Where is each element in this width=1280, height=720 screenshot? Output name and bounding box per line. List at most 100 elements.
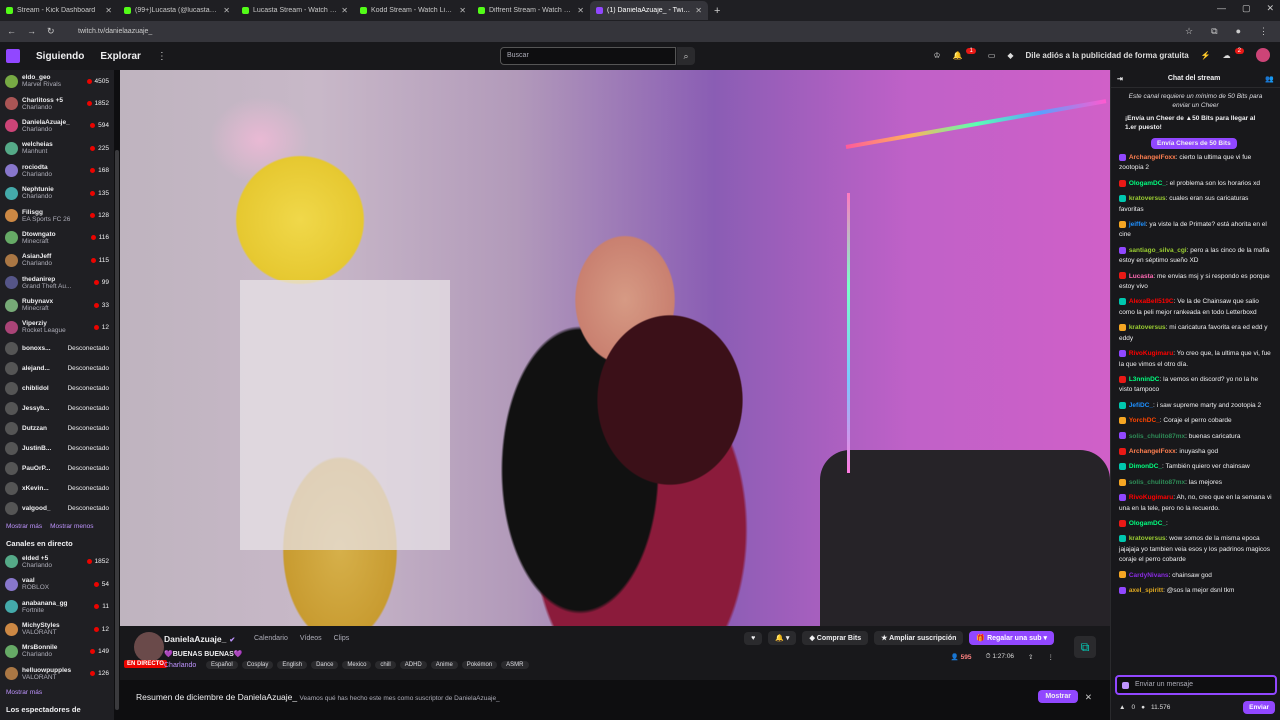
adfree-button[interactable]: Dile adiós a la publicidad de forma grat…: [1026, 51, 1189, 60]
sidebar-channel[interactable]: elded +5 Charlando 1852: [0, 551, 114, 573]
notifications-icon[interactable]: 🔔: [953, 51, 963, 60]
new-tab-icon[interactable]: +: [708, 5, 726, 17]
nav-explore[interactable]: Explorar: [100, 51, 141, 62]
search-input[interactable]: Buscar: [500, 47, 676, 65]
gift-emote-icon[interactable]: ⧉: [1074, 636, 1096, 658]
recap-show-button[interactable]: Mostrar: [1038, 690, 1078, 703]
bookmark-star-icon[interactable]: ☆: [1185, 26, 1193, 37]
chat-username[interactable]: L3nninDC: [1129, 376, 1160, 383]
chat-username[interactable]: solis_chulito87mx: [1129, 433, 1185, 440]
tab-close-icon[interactable]: ✕: [223, 6, 230, 15]
sidebar-channel[interactable]: MichyStyles VALORANT 12: [0, 618, 114, 640]
sidebar-channel[interactable]: Charlitoss +5 Charlando 1852: [0, 92, 114, 114]
bits-icon[interactable]: ▲: [1119, 704, 1125, 711]
close-window-icon[interactable]: ✕: [1266, 3, 1274, 14]
expand-sub-button[interactable]: ★ Ampliar suscripción: [874, 631, 964, 645]
chat-username[interactable]: JefiDC_: [1129, 402, 1153, 409]
inbox-icon[interactable]: ☁: [1223, 51, 1231, 60]
extensions-icon[interactable]: ⧉: [1211, 26, 1217, 37]
chat-username[interactable]: kratoversus: [1129, 195, 1166, 202]
chat-username[interactable]: RivoKugimaru: [1129, 350, 1173, 357]
collapse-chat-icon[interactable]: ⇥: [1117, 75, 1123, 83]
back-icon[interactable]: ←: [7, 26, 16, 37]
follow-heart-icon[interactable]: ♥: [744, 631, 763, 645]
sidebar-channel[interactable]: welcheias Manhunt 225: [0, 137, 114, 159]
chat-username[interactable]: jeiffel: [1129, 221, 1146, 228]
chat-username[interactable]: DimonDC_: [1129, 463, 1162, 470]
sidebar-channel[interactable]: anabanana_gg Fortnite 11: [0, 595, 114, 617]
sidebar-channel-offline[interactable]: valgood_ Desconectado: [0, 499, 114, 519]
stream-category[interactable]: Charlando: [164, 662, 196, 669]
tab-close-icon[interactable]: ✕: [459, 6, 466, 15]
maximize-icon[interactable]: ▢: [1242, 3, 1251, 14]
chat-username[interactable]: Lucasta: [1129, 273, 1154, 280]
profile-icon[interactable]: ●: [1236, 26, 1241, 37]
stream-tag[interactable]: ASMR: [501, 661, 529, 669]
chat-username[interactable]: axel_spiritt: [1129, 587, 1163, 594]
tab-close-icon[interactable]: ✕: [577, 6, 584, 15]
tab-close-icon[interactable]: ✕: [341, 6, 348, 15]
sidebar-channel-offline[interactable]: PauOrP... Desconectado: [0, 459, 114, 479]
tab-close-icon[interactable]: ✕: [695, 6, 702, 15]
chat-username[interactable]: ArchangelFoxx: [1129, 448, 1176, 455]
sidebar-channel[interactable]: Filisgg EA Sports FC 26 128: [0, 204, 114, 226]
minimize-icon[interactable]: —: [1217, 3, 1226, 14]
more-icon[interactable]: ⋮: [157, 51, 167, 62]
sidebar-channel[interactable]: Nephtunie Charlando 135: [0, 182, 114, 204]
chat-username[interactable]: RivoKugimaru: [1129, 494, 1173, 501]
sidebar-channel-offline[interactable]: Jessyb... Desconectado: [0, 399, 114, 419]
sidebar-channel-offline[interactable]: alejand... Desconectado: [0, 359, 114, 379]
share-icon[interactable]: ⇪: [1028, 653, 1033, 661]
send-button[interactable]: Enviar: [1243, 701, 1275, 714]
search-icon[interactable]: ⌕: [677, 47, 695, 65]
nav-following[interactable]: Siguiendo: [36, 51, 84, 62]
chat-username[interactable]: solis_chulito87mx: [1129, 479, 1185, 486]
tab-close-icon[interactable]: ✕: [105, 6, 112, 15]
chat-input[interactable]: Enviar un mensaje: [1115, 675, 1277, 695]
crown-icon[interactable]: ♔: [933, 51, 940, 60]
chat-username[interactable]: AlexaBell519C: [1129, 298, 1174, 305]
show-more-link[interactable]: Mostrar más: [6, 523, 42, 530]
sidebar-channel-offline[interactable]: Dutzzan Desconectado: [0, 419, 114, 439]
sidebar-channel[interactable]: AsianJeff Charlando 115: [0, 249, 114, 271]
gift-sub-button[interactable]: 🎁 Regalar una sub ▾: [969, 631, 1054, 645]
browser-tab[interactable]: Kodd Stream - Watch Live on Kick ✕: [354, 1, 472, 20]
highlight-icon[interactable]: [1122, 682, 1129, 689]
buy-bits-button[interactable]: ◆ Comprar Bits: [802, 631, 869, 645]
sidebar-channel[interactable]: vaal ROBLOX 54: [0, 573, 114, 595]
sidebar-channel[interactable]: thedanirep Grand Theft Au... 99: [0, 272, 114, 294]
chat-username[interactable]: ArchangelFoxx: [1129, 154, 1176, 161]
stream-tag[interactable]: Pokémon: [461, 661, 498, 669]
chat-username[interactable]: kratoversus: [1129, 535, 1166, 542]
stream-tag[interactable]: Español: [206, 661, 238, 669]
browser-tab[interactable]: Stream - Kick Dashboard ✕: [0, 1, 118, 20]
stream-tag[interactable]: Dance: [311, 661, 339, 669]
sidebar-channel[interactable]: DanielaAzuaje_ Charlando 594: [0, 115, 114, 137]
video-player[interactable]: [120, 70, 1110, 626]
prime-icon[interactable]: ⚡: [1201, 51, 1211, 60]
stream-tag[interactable]: English: [277, 661, 308, 669]
notification-bell-icon[interactable]: 🔔 ▾: [768, 631, 797, 645]
browser-tab[interactable]: Lucasta Stream - Watch Live on Kick ✕: [236, 1, 354, 20]
chat-username[interactable]: kratoversus: [1129, 324, 1166, 331]
stream-tag[interactable]: Anime: [430, 661, 458, 669]
close-icon[interactable]: ✕: [1085, 692, 1092, 703]
sidebar-channel[interactable]: rociodta Charlando 168: [0, 160, 114, 182]
channel-avatar[interactable]: [134, 632, 164, 662]
stream-tag[interactable]: Cosplay: [241, 661, 274, 669]
stream-tag[interactable]: Mexico: [342, 661, 372, 669]
more-options-icon[interactable]: ⋮: [1048, 653, 1055, 661]
chat-username[interactable]: CardyNivans: [1129, 572, 1169, 579]
bits-icon[interactable]: ◆: [1007, 51, 1013, 60]
whispers-icon[interactable]: ▭: [988, 51, 996, 60]
url-field[interactable]: twitch.tv/danielaazuaje_: [56, 28, 1185, 35]
sidebar-channel[interactable]: MrsBonnile Charlando 149: [0, 640, 114, 662]
show-less-link[interactable]: Mostrar menos: [50, 523, 93, 530]
cheer-button[interactable]: Envía Cheers de 50 Bits: [1151, 138, 1237, 149]
show-more-link[interactable]: Mostrar más: [6, 689, 42, 696]
sidebar-channel-offline[interactable]: bonoxs... Desconectado: [0, 339, 114, 359]
sidebar-channel-offline[interactable]: chiblidol Desconectado: [0, 379, 114, 399]
scrollbar-thumb[interactable]: [115, 150, 119, 710]
user-avatar[interactable]: [1256, 48, 1270, 62]
forward-icon[interactable]: →: [27, 26, 36, 37]
